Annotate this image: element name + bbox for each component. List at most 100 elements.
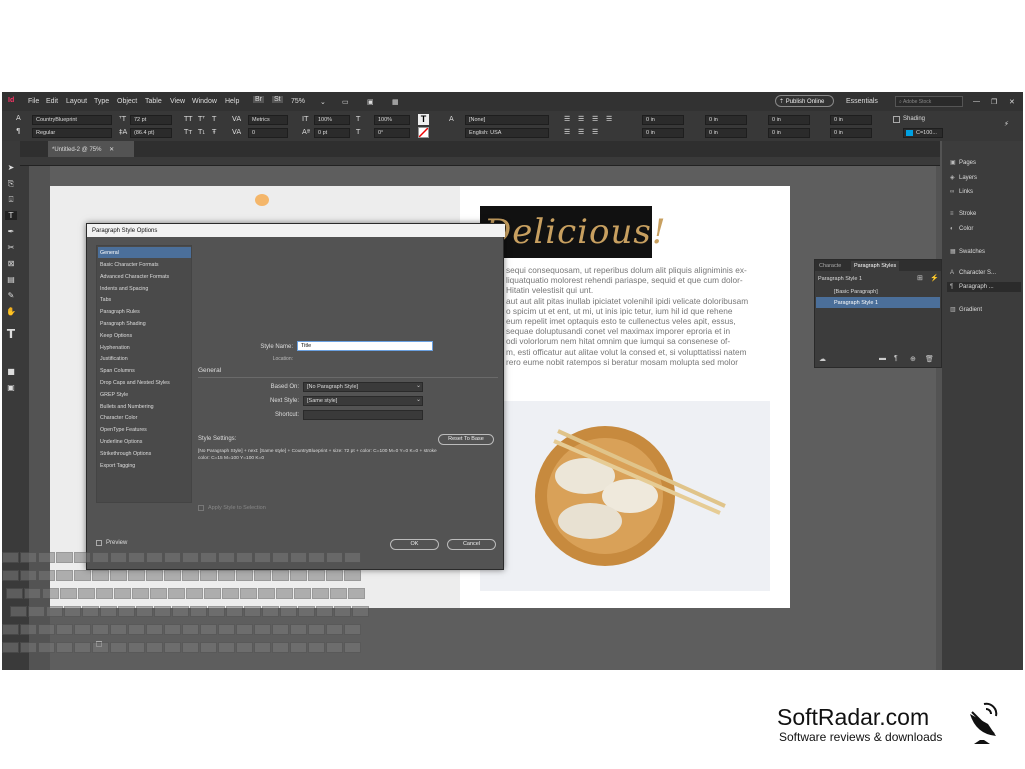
category-opentype-features[interactable]: OpenType Features	[98, 424, 191, 435]
keyboard-key[interactable]	[308, 570, 325, 581]
panel-paragraph-styles[interactable]: ¶ Paragraph ...	[947, 282, 1021, 292]
keyboard-key[interactable]	[326, 570, 343, 581]
keyboard-key[interactable]	[24, 588, 41, 599]
keyboard-key[interactable]	[92, 552, 109, 563]
keyboard-key[interactable]	[272, 642, 289, 653]
drop-cap-chars-field[interactable]: 0 in	[830, 128, 872, 138]
keyboard-key[interactable]	[200, 570, 217, 581]
category-keep-options[interactable]: Keep Options	[98, 330, 191, 341]
keyboard-key[interactable]	[254, 570, 271, 581]
font-size-field[interactable]: 72 pt	[130, 115, 172, 125]
menu-type[interactable]: Type	[94, 98, 109, 105]
keyboard-key[interactable]	[136, 606, 153, 617]
keyboard-key[interactable]	[128, 570, 145, 581]
screen-mode-icon[interactable]: ▭	[342, 98, 349, 106]
lightning-icon[interactable]: ⚡	[1004, 120, 1009, 128]
keyboard-key[interactable]	[74, 570, 91, 581]
reset-to-base-button[interactable]: Reset To Base	[438, 434, 494, 445]
justify-all-icon[interactable]: ☰	[564, 128, 570, 136]
category-underline-options[interactable]: Underline Options	[98, 436, 191, 447]
keyboard-key[interactable]	[132, 588, 149, 599]
keyboard-key[interactable]	[218, 552, 235, 563]
keyboard-key[interactable]	[128, 642, 145, 653]
keyboard-key[interactable]	[326, 624, 343, 635]
keyboard-key[interactable]	[164, 552, 181, 563]
category-bullets-and-numbering[interactable]: Bullets and Numbering	[98, 401, 191, 412]
keyboard-key[interactable]	[38, 642, 55, 653]
headline-frame[interactable]: Delicious!	[480, 206, 666, 258]
cancel-button[interactable]: Cancel	[447, 539, 496, 550]
horizontal-scale-field[interactable]: 100%	[374, 115, 410, 125]
category-drop-caps[interactable]: Drop Caps and Nested Styles	[98, 377, 191, 388]
keyboard-key[interactable]	[110, 642, 127, 653]
first-line-indent-field[interactable]: 0 in	[705, 115, 747, 125]
dumpling-image[interactable]	[480, 401, 770, 591]
keyboard-key[interactable]	[64, 606, 81, 617]
preview-checkbox[interactable]	[96, 540, 102, 546]
keyboard-key[interactable]	[6, 588, 23, 599]
tab-character[interactable]: Characte	[819, 263, 841, 269]
panel-stroke[interactable]: ≡ Stroke	[950, 211, 1022, 217]
stock-button[interactable]: St	[272, 96, 283, 103]
keyboard-key[interactable]	[2, 624, 19, 635]
character-style-field[interactable]: [None]	[465, 115, 549, 125]
keyboard-key[interactable]	[236, 642, 253, 653]
keyboard-key[interactable]	[344, 552, 361, 563]
category-tabs[interactable]: Tabs	[98, 294, 191, 305]
menu-view[interactable]: View	[170, 98, 185, 105]
keyboard-key[interactable]	[2, 570, 19, 581]
fill-color-swatch[interactable]: T	[418, 114, 429, 125]
keyboard-key[interactable]	[294, 588, 311, 599]
fill-stroke-icon[interactable]: T	[5, 327, 17, 341]
new-style-icon[interactable]: ⊕	[910, 355, 916, 363]
category-export-tagging[interactable]: Export Tagging	[98, 460, 191, 471]
keyboard-key[interactable]	[182, 552, 199, 563]
keyboard-key[interactable]	[290, 624, 307, 635]
keyboard-key[interactable]	[290, 642, 307, 653]
vertical-scale-field[interactable]: 100%	[314, 115, 350, 125]
space-after-field[interactable]: 0 in	[768, 128, 810, 138]
keyboard-key[interactable]	[312, 588, 329, 599]
new-style-from-selection-icon[interactable]: ⊞	[917, 274, 923, 282]
panel-links[interactable]: ∞ Links	[950, 189, 1022, 195]
shortcut-input[interactable]	[303, 410, 423, 420]
align-spine-icon[interactable]: ☰	[578, 128, 584, 136]
keyboard-key[interactable]	[272, 570, 289, 581]
keyboard-key[interactable]	[38, 570, 55, 581]
based-on-chevron-icon[interactable]: ⌄	[416, 382, 421, 389]
category-character-color[interactable]: Character Color	[98, 412, 191, 423]
gradient-tool-icon[interactable]: ▤	[5, 275, 17, 284]
keyboard-key[interactable]	[74, 642, 91, 653]
keyboard-key[interactable]	[344, 570, 361, 581]
keyboard-key[interactable]	[56, 570, 73, 581]
align-center-icon[interactable]: ☰	[578, 115, 584, 123]
keyboard-key[interactable]	[182, 570, 199, 581]
bridge-button[interactable]: Br	[253, 96, 264, 103]
next-style-chevron-icon[interactable]: ⌄	[416, 396, 421, 403]
minimize-icon[interactable]: —	[973, 98, 980, 105]
align-right-icon[interactable]: ☰	[592, 115, 598, 123]
selection-tool-icon[interactable]: ➤	[5, 163, 17, 172]
menu-edit[interactable]: Edit	[46, 98, 58, 105]
new-group-icon[interactable]: ▬	[879, 355, 886, 362]
keyboard-key[interactable]	[60, 588, 77, 599]
dialog-title-bar[interactable]: Paragraph Style Options	[87, 224, 505, 237]
keyboard-key[interactable]	[326, 642, 343, 653]
keyboard-key[interactable]	[204, 588, 221, 599]
content-collector-icon[interactable]: ⍗	[5, 195, 17, 205]
keyboard-key[interactable]	[146, 570, 163, 581]
type-tool-icon[interactable]: T	[5, 211, 17, 220]
keyboard-key[interactable]	[164, 642, 181, 653]
style-item-basic-paragraph[interactable]: [Basic Paragraph]	[816, 286, 940, 297]
keyboard-key[interactable]	[298, 606, 315, 617]
panel-character-styles[interactable]: A Character S...	[950, 270, 1022, 276]
keyboard-key[interactable]	[56, 552, 73, 563]
keyboard-key[interactable]	[240, 588, 257, 599]
keyboard-key[interactable]	[308, 552, 325, 563]
language-field[interactable]: English: USA	[465, 128, 549, 138]
menu-window[interactable]: Window	[192, 98, 217, 105]
tracking-field[interactable]: 0	[248, 128, 288, 138]
arrange-documents-icon[interactable]: ▦	[392, 98, 399, 106]
shading-color-field[interactable]: C=100...	[903, 128, 943, 138]
keyboard-key[interactable]	[154, 606, 171, 617]
